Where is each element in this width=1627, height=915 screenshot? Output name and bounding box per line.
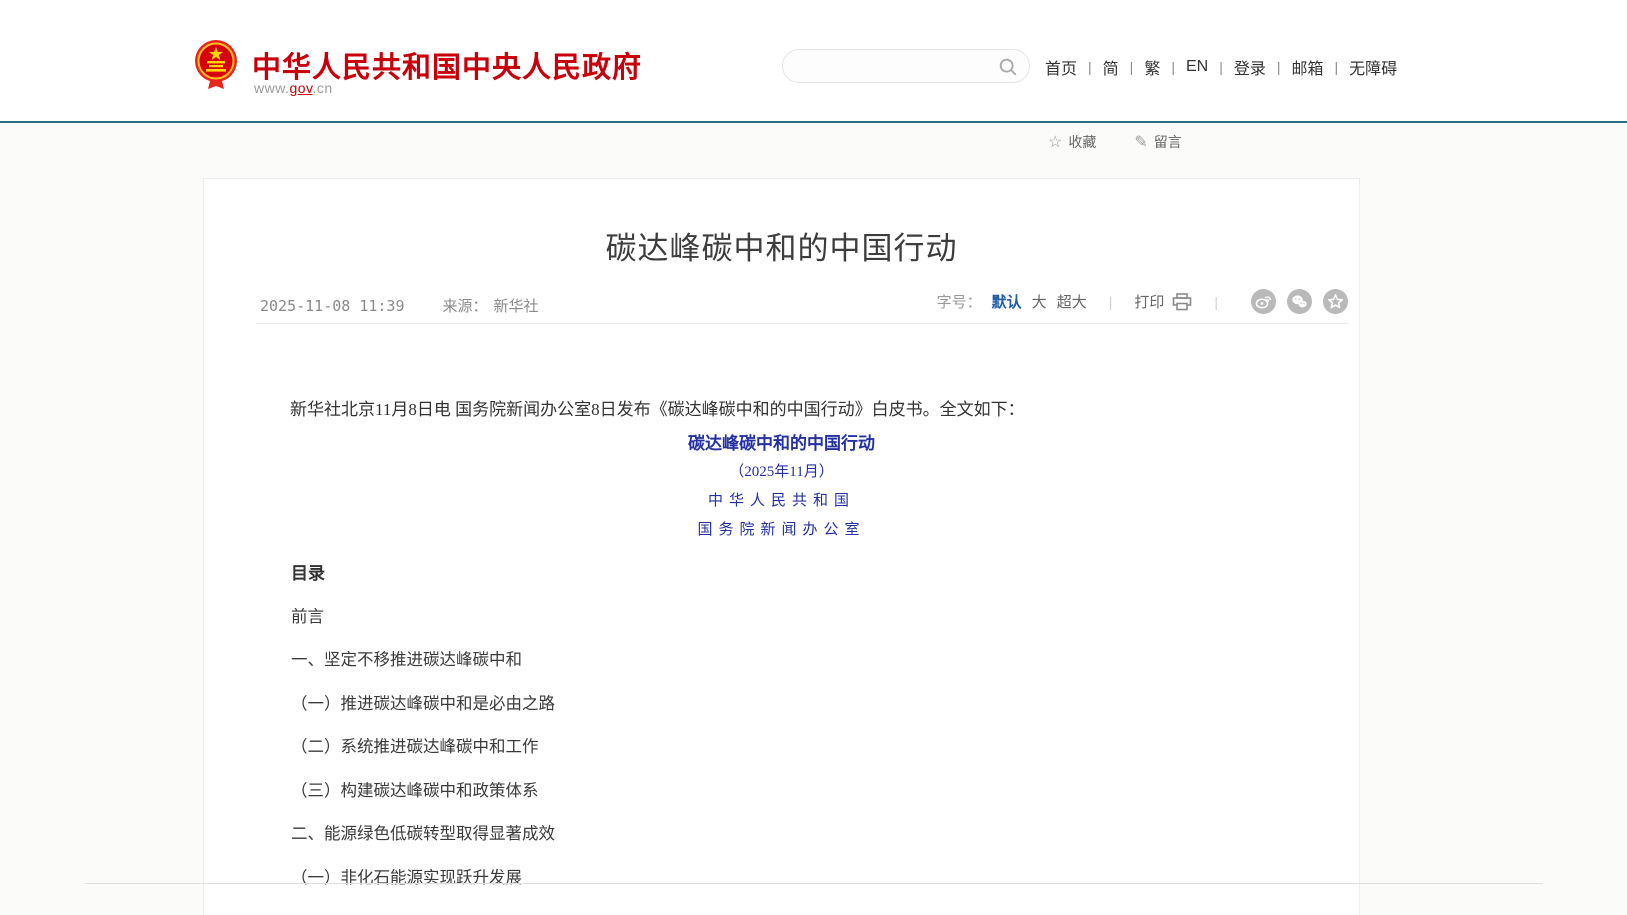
share-qzone-button[interactable] [1323, 289, 1348, 314]
favorite-label: 收藏 [1068, 132, 1096, 152]
search-input[interactable] [799, 52, 993, 82]
fontsize-label: 字号： [937, 291, 982, 312]
header-divider-line [0, 121, 1627, 123]
doc-issuer-line1: 中华人民共和国 [204, 489, 1359, 510]
nav-separator: | [1130, 59, 1134, 75]
article-title: 碳达峰碳中和的中国行动 [204, 223, 1359, 268]
meta-separator: | [1214, 294, 1218, 310]
doc-title: 碳达峰碳中和的中国行动 [204, 429, 1359, 454]
site-url: www.gov.cn [254, 80, 333, 96]
toc-item-section1: 一、坚定不移推进碳达峰碳中和 [291, 646, 522, 670]
favorite-button[interactable]: ☆ 收藏 [1048, 132, 1096, 152]
fontsize-large-button[interactable]: 大 [1032, 291, 1047, 312]
printer-icon [1172, 293, 1192, 311]
nav-separator: | [1171, 59, 1175, 75]
comment-button[interactable]: ✎ 留言 [1134, 132, 1181, 152]
fontsize-default-button[interactable]: 默认 [992, 291, 1022, 312]
meta-separator: | [1109, 294, 1113, 310]
share-wechat-button[interactable] [1287, 289, 1312, 314]
site-header: 中华人民共和国中央人民政府 www.gov.cn 首页 | 简 | 繁 | EN… [0, 0, 1627, 121]
toc-item-preface: 前言 [291, 603, 324, 627]
weibo-icon [1255, 293, 1272, 310]
top-nav: 首页 | 简 | 繁 | EN | 登录 | 邮箱 | 无障碍 [1045, 55, 1397, 79]
site-url-cn: .cn [313, 80, 333, 96]
nav-separator: | [1219, 59, 1223, 75]
article-meta-right: 字号： 默认 大 超大 | 打印 | [937, 289, 1348, 314]
star-icon: ☆ [1048, 132, 1062, 152]
star-share-icon [1327, 293, 1344, 310]
toc-item-section2: 二、能源绿色低碳转型取得显著成效 [291, 820, 555, 844]
search-box[interactable] [782, 49, 1030, 83]
article-meta-left: 2025-11-08 11:39 来源： 新华社 [260, 295, 539, 316]
source-value[interactable]: 新华社 [494, 295, 539, 316]
site-url-www: www. [254, 80, 289, 96]
doc-issuer-line2: 国务院新闻办公室 [204, 518, 1359, 539]
search-icon[interactable] [997, 56, 1019, 78]
site-url-gov: gov [289, 80, 312, 96]
toc-item-section1-1: （一）推进碳达峰碳中和是必由之路 [291, 690, 555, 714]
toc-item-section2-1: （一）非化石能源实现跃升发展 [291, 864, 522, 888]
doc-date-line: （2025年11月） [204, 460, 1359, 481]
nav-item-home[interactable]: 首页 [1045, 55, 1077, 79]
nav-item-login[interactable]: 登录 [1234, 55, 1266, 79]
pencil-icon: ✎ [1134, 132, 1147, 152]
nav-item-traditional[interactable]: 繁 [1144, 55, 1160, 79]
print-button[interactable]: 打印 [1134, 291, 1192, 312]
nav-separator: | [1335, 59, 1339, 75]
comment-label: 留言 [1154, 132, 1182, 152]
toc-item-section1-3: （三）构建碳达峰碳中和政策体系 [291, 777, 539, 801]
nav-separator: | [1277, 59, 1281, 75]
article-lead-paragraph: 新华社北京11月8日电 国务院新闻办公室8日发布《碳达峰碳中和的中国行动》白皮书… [256, 396, 1348, 424]
toc-item-section1-2: （二）系统推进碳达峰碳中和工作 [291, 733, 539, 757]
quickbar: ☆ 收藏 ✎ 留言 [1048, 132, 1220, 152]
article-date: 2025-11-08 11:39 [260, 297, 405, 315]
national-emblem-logo [192, 39, 240, 91]
nav-item-accessibility[interactable]: 无障碍 [1349, 55, 1397, 79]
nav-item-simplified[interactable]: 简 [1103, 55, 1119, 79]
nav-item-english[interactable]: EN [1186, 58, 1208, 76]
article-panel: 碳达峰碳中和的中国行动 2025-11-08 11:39 来源： 新华社 字号：… [203, 178, 1360, 915]
bottom-rule [85, 883, 1543, 884]
share-icons [1240, 289, 1348, 314]
share-weibo-button[interactable] [1251, 289, 1276, 314]
wechat-icon [1291, 293, 1308, 310]
nav-separator: | [1088, 59, 1092, 75]
toc-title: 目录 [291, 559, 325, 584]
source-label: 来源： [443, 295, 488, 316]
nav-item-mail[interactable]: 邮箱 [1292, 55, 1324, 79]
article-meta-row: 2025-11-08 11:39 来源： 新华社 字号： 默认 大 超大 | 打… [256, 287, 1348, 324]
print-label: 打印 [1134, 291, 1164, 312]
fontsize-xlarge-button[interactable]: 超大 [1057, 291, 1087, 312]
